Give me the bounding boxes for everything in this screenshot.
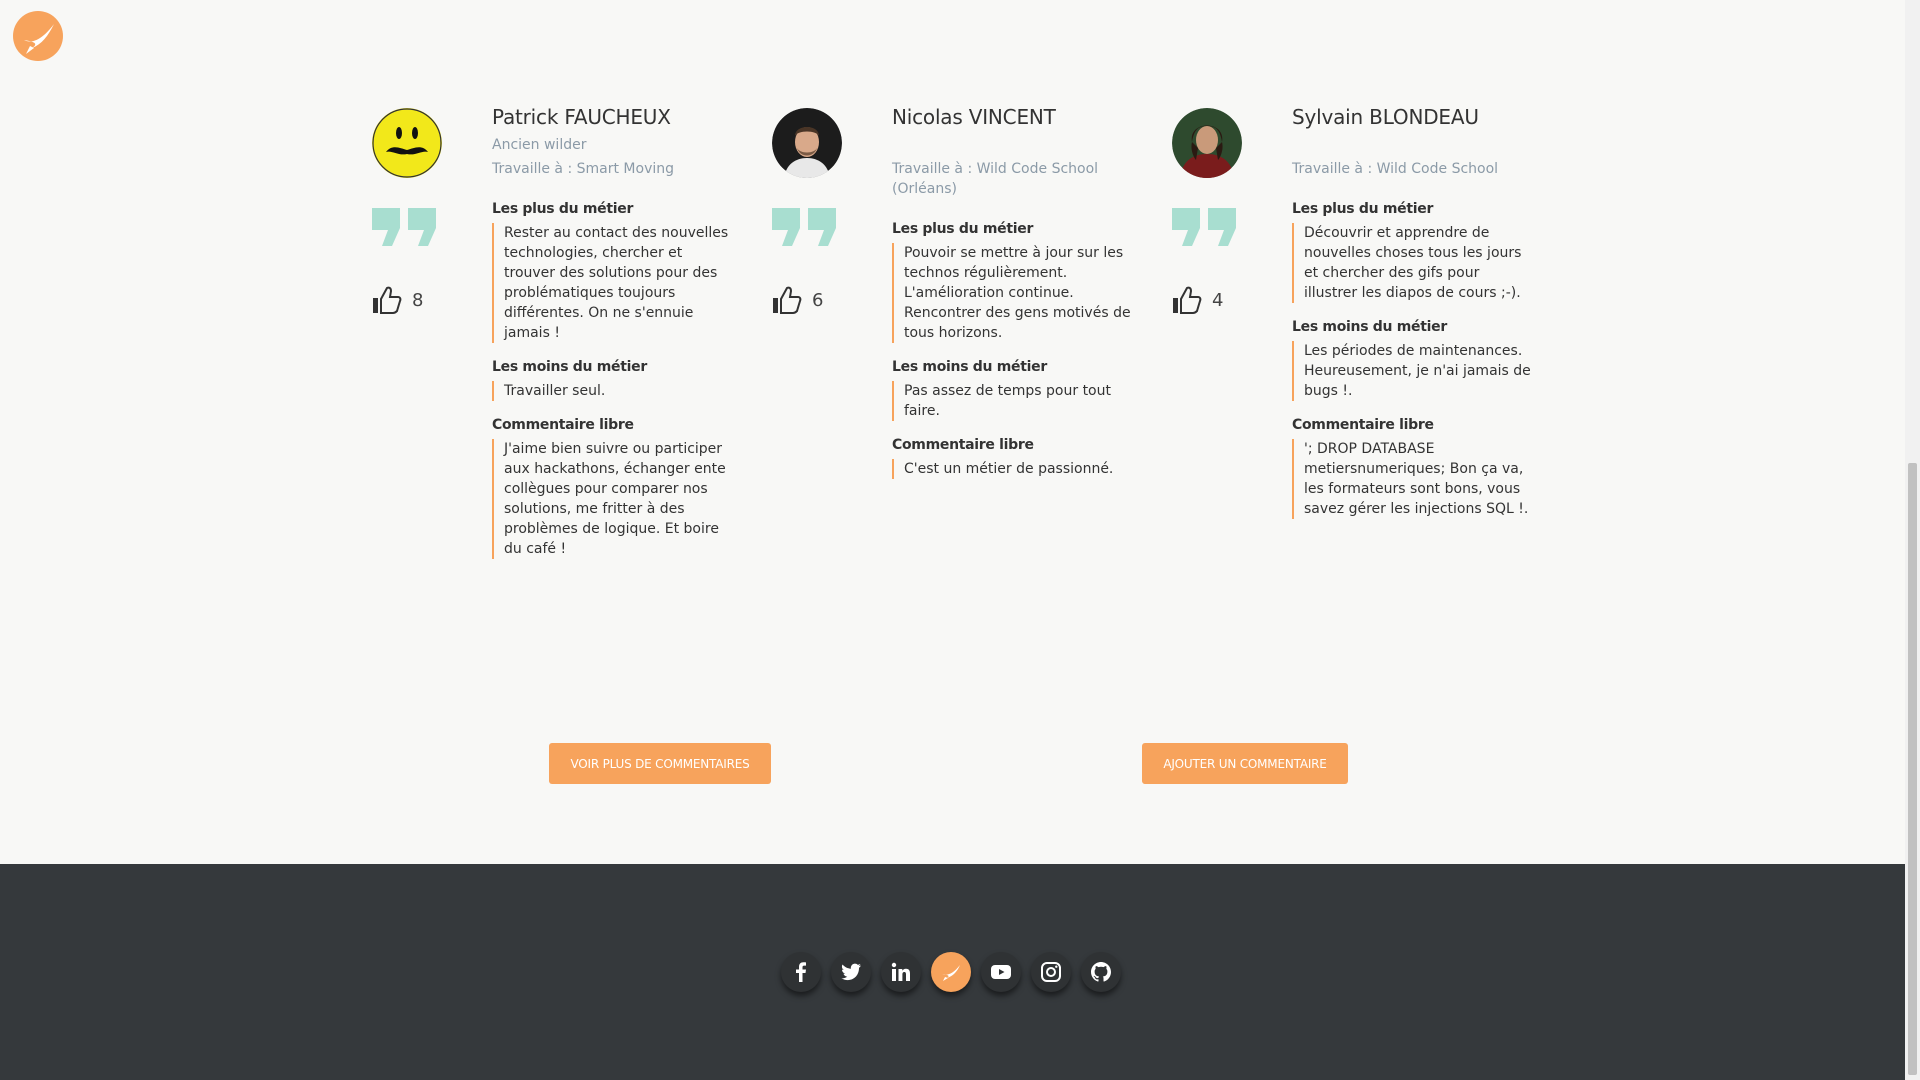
likes-count: 4 <box>1212 289 1224 311</box>
instagram-link[interactable] <box>1031 952 1071 992</box>
add-comment-button[interactable]: Ajouter un commentaire <box>1142 743 1348 784</box>
thumbs-up-icon[interactable] <box>372 285 402 315</box>
thumbs-up-icon[interactable] <box>772 285 802 315</box>
linkedin-icon <box>891 962 910 981</box>
person-role: Ancien wilder <box>492 137 587 153</box>
moins-text: Les périodes de maintenances. Heureuseme… <box>1292 341 1532 401</box>
facebook-icon <box>796 962 806 982</box>
twitter-link[interactable] <box>831 952 871 992</box>
likes: 8 <box>372 284 423 316</box>
testimonial-content: Patrick FAUCHEUX Ancien wilder Travaille… <box>492 105 732 559</box>
plus-text: Pouvoir se mettre à jour sur les technos… <box>892 243 1132 343</box>
see-more-comments-button[interactable]: Voir plus de commentaires <box>549 743 771 784</box>
person-workplace: Travaille à : Smart Moving <box>492 161 674 177</box>
moins-text: Pas assez de temps pour tout faire. <box>892 381 1132 421</box>
scrollbar-thumb[interactable] <box>1908 463 1917 1075</box>
quote-icon <box>1172 208 1236 246</box>
testimonial-content: Sylvain BLONDEAU Travaille à : Wild Code… <box>1292 105 1532 519</box>
person-workplace: Travaille à : Wild Code School <box>1292 161 1499 177</box>
avatar <box>772 108 842 178</box>
wild-code-school-logo-icon[interactable] <box>12 10 64 62</box>
vertical-scrollbar[interactable] <box>1905 0 1920 1080</box>
twitter-icon <box>841 963 861 981</box>
social-links <box>781 952 1121 992</box>
person-role <box>892 135 1132 155</box>
wild-code-school-link[interactable] <box>931 952 971 992</box>
person-name: Sylvain BLONDEAU <box>1292 105 1479 129</box>
libre-text: J'aime bien suivre ou participer aux hac… <box>492 439 732 559</box>
quote-icon <box>372 208 436 246</box>
plus-text: Rester au contact des nouvelles technolo… <box>492 223 732 343</box>
facebook-link[interactable] <box>781 952 821 992</box>
plus-title: Les plus du métier <box>492 201 634 217</box>
person-role <box>1292 135 1532 155</box>
page: 8 Patrick FAUCHEUX Ancien wilder Travail… <box>0 0 1905 1080</box>
instagram-icon <box>1041 962 1061 982</box>
avatar <box>1172 108 1242 178</box>
linkedin-link[interactable] <box>881 952 921 992</box>
likes: 4 <box>1172 284 1223 316</box>
libre-title: Commentaire libre <box>1292 417 1434 433</box>
likes-count: 6 <box>812 289 824 311</box>
libre-title: Commentaire libre <box>492 417 634 433</box>
moins-title: Les moins du métier <box>1292 319 1447 335</box>
wild-code-school-icon <box>942 965 960 981</box>
plus-title: Les plus du métier <box>1292 201 1434 217</box>
likes: 6 <box>772 284 823 316</box>
youtube-link[interactable] <box>981 952 1021 992</box>
plus-text: Découvrir et apprendre de nouvelles chos… <box>1292 223 1532 303</box>
youtube-icon <box>991 965 1011 979</box>
libre-text: '; DROP DATABASE metiersnumeriques; Bon … <box>1292 439 1532 519</box>
testimonial-content: Nicolas VINCENT Travaille à : Wild Code … <box>892 105 1132 479</box>
moins-title: Les moins du métier <box>892 359 1047 375</box>
person-workplace: Travaille à : Wild Code School (Orléans) <box>892 161 1099 197</box>
github-icon <box>1091 962 1111 982</box>
libre-text: C'est un métier de passionné. <box>892 459 1132 479</box>
libre-title: Commentaire libre <box>892 437 1034 453</box>
moins-text: Travailler seul. <box>492 381 732 401</box>
plus-title: Les plus du métier <box>892 221 1034 237</box>
moins-title: Les moins du métier <box>492 359 647 375</box>
testimonials-section: 8 Patrick FAUCHEUX Ancien wilder Travail… <box>372 100 1572 620</box>
quote-icon <box>772 208 836 246</box>
person-name: Nicolas VINCENT <box>892 105 1056 129</box>
person-name: Patrick FAUCHEUX <box>492 105 671 129</box>
thumbs-up-icon[interactable] <box>1172 285 1202 315</box>
github-link[interactable] <box>1081 952 1121 992</box>
avatar <box>372 108 442 178</box>
likes-count: 8 <box>412 289 424 311</box>
